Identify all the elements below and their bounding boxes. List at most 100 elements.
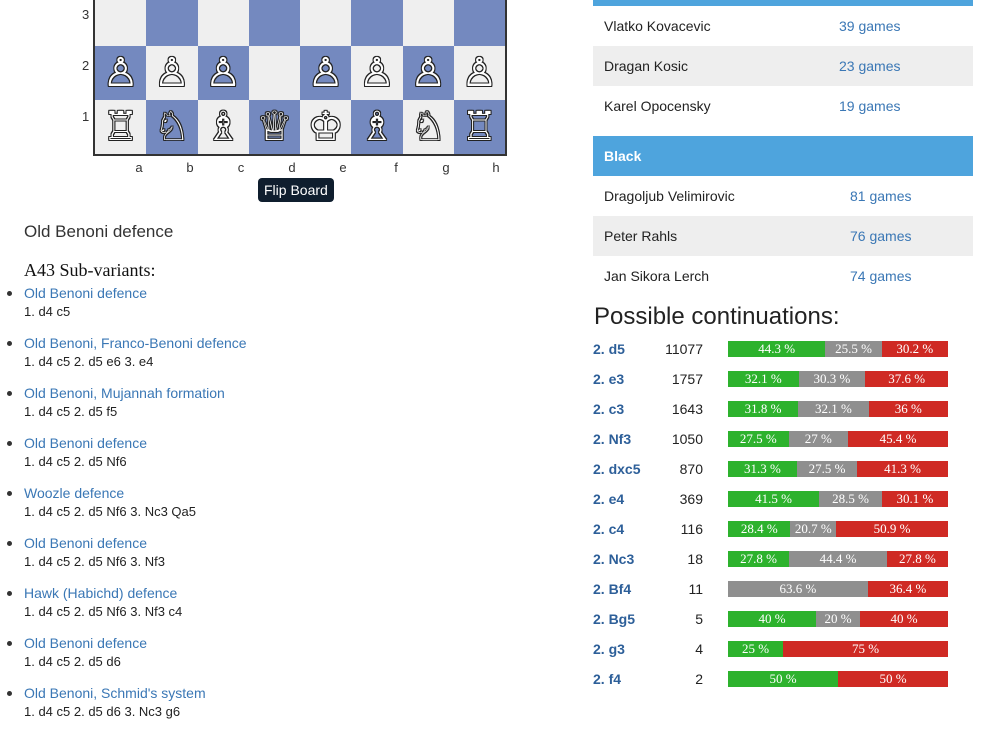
player-row[interactable]: Vlatko Kovacevic 39 games: [593, 6, 973, 46]
piece-g1[interactable]: ♘: [410, 107, 446, 147]
player-games-link[interactable]: 19 games: [839, 98, 900, 114]
white-win-segment: 32.1 %: [728, 371, 799, 387]
piece-e1[interactable]: ♔: [308, 107, 344, 147]
continuation-row: 2. e3 1757 32.1 % 30.3 % 37.6 %: [593, 364, 953, 394]
subvariant-moves: 1. d4 c5 2. d5 d6: [24, 654, 121, 669]
black-win-segment: 30.2 %: [881, 341, 948, 357]
piece-f1[interactable]: ♗: [359, 107, 395, 147]
subvariant-link[interactable]: Old Benoni, Mujannah formation: [24, 384, 560, 402]
bullet-icon: [7, 541, 12, 546]
subvariant-link[interactable]: Old Benoni defence: [24, 534, 560, 552]
player-games-link[interactable]: 81 games: [850, 188, 911, 204]
square-d2[interactable]: [248, 46, 300, 100]
piece-f2[interactable]: ♙: [359, 53, 395, 93]
player-row[interactable]: Karel Opocensky 19 games: [593, 86, 973, 126]
player-name: Peter Rahls: [604, 228, 678, 244]
rank-label-3: 3: [82, 7, 90, 22]
square-h2[interactable]: ♙: [453, 46, 505, 100]
square-c1[interactable]: ♗: [197, 100, 249, 154]
square-f3[interactable]: [351, 0, 403, 46]
square-a1[interactable]: ♖: [95, 100, 147, 154]
continuation-move-link[interactable]: 2. Nf3: [593, 431, 645, 447]
subvariant-item: Woozle defence 1. d4 c5 2. d5 Nf6 3. Nc3 …: [0, 484, 560, 534]
continuation-move-link[interactable]: 2. f4: [593, 671, 645, 687]
continuation-move-link[interactable]: 2. dxc5: [593, 461, 645, 477]
subvariant-link[interactable]: Old Benoni defence: [24, 634, 560, 652]
square-g3[interactable]: [402, 0, 454, 46]
continuation-row: 2. Nf3 1050 27.5 % 27 % 45.4 %: [593, 424, 953, 454]
player-games-link[interactable]: 39 games: [839, 18, 900, 34]
subvariant-moves: 1. d4 c5 2. d5 Nf6 3. Nf3 c4: [24, 604, 183, 619]
subvariant-link[interactable]: Old Benoni defence: [24, 434, 560, 452]
rank-label-1: 1: [82, 109, 90, 124]
square-a3[interactable]: [95, 0, 147, 46]
white-win-segment: 40 %: [728, 611, 816, 627]
continuation-move-link[interactable]: 2. c4: [593, 521, 645, 537]
continuation-move-link[interactable]: 2. Nc3: [593, 551, 645, 567]
black-win-segment: 36 %: [868, 401, 948, 417]
square-g2[interactable]: ♙: [402, 46, 454, 100]
square-h3[interactable]: [453, 0, 505, 46]
continuation-game-count: 11: [688, 581, 703, 597]
draw-segment: 20.7 %: [790, 521, 836, 537]
piece-h2[interactable]: ♙: [461, 53, 497, 93]
player-games-link[interactable]: 74 games: [850, 268, 911, 284]
square-e1[interactable]: ♔: [300, 100, 352, 154]
square-g1[interactable]: ♘: [402, 100, 454, 154]
subvariant-moves: 1. d4 c5 2. d5 Nf6 3. Nf3: [24, 554, 165, 569]
continuations-title: Possible continuations:: [594, 303, 840, 330]
piece-g2[interactable]: ♙: [410, 53, 446, 93]
black-win-segment: 27.8 %: [886, 551, 948, 567]
square-c3[interactable]: [197, 0, 249, 46]
continuation-move-link[interactable]: 2. Bf4: [593, 581, 645, 597]
continuation-move-link[interactable]: 2. d5: [593, 341, 645, 357]
piece-a2[interactable]: ♙: [103, 53, 139, 93]
subvariant-moves: 1. d4 c5 2. d5 f5: [24, 404, 118, 419]
player-games-link[interactable]: 23 games: [839, 58, 900, 74]
player-row[interactable]: Peter Rahls 76 games: [593, 216, 973, 256]
draw-segment: 25.5 %: [825, 341, 882, 357]
piece-c2[interactable]: ♙: [205, 53, 241, 93]
subvariant-link[interactable]: Old Benoni, Franco-Benoni defence: [24, 334, 560, 352]
flip-board-button[interactable]: Flip Board: [258, 178, 334, 202]
square-f1[interactable]: ♗: [351, 100, 403, 154]
piece-a1[interactable]: ♖: [103, 107, 139, 147]
square-b3[interactable]: [146, 0, 198, 46]
square-b2[interactable]: ♙: [146, 46, 198, 100]
continuation-move-link[interactable]: 2. g3: [593, 641, 645, 657]
square-d1[interactable]: ♕: [248, 100, 300, 154]
continuation-move-link[interactable]: 2. Bg5: [593, 611, 645, 627]
subvariant-link[interactable]: Woozle defence: [24, 484, 560, 502]
square-d3[interactable]: [248, 0, 300, 46]
square-f2[interactable]: ♙: [351, 46, 403, 100]
square-a2[interactable]: ♙: [95, 46, 147, 100]
piece-h1[interactable]: ♖: [461, 107, 497, 147]
continuation-move-link[interactable]: 2. e3: [593, 371, 645, 387]
continuation-game-count: 4: [695, 641, 703, 657]
piece-b1[interactable]: ♘: [154, 107, 190, 147]
continuation-move-link[interactable]: 2. e4: [593, 491, 645, 507]
result-bar: 31.3 % 27.5 % 41.3 %: [728, 461, 948, 477]
piece-b2[interactable]: ♙: [154, 53, 190, 93]
continuation-game-count: 369: [679, 491, 703, 507]
chess-board[interactable]: ♙ ♙ ♙ ♙ ♙ ♙ ♙ ♖ ♘ ♗ ♕ ♔ ♗ ♘ ♖: [93, 0, 507, 156]
player-row[interactable]: Dragan Kosic 23 games: [593, 46, 973, 86]
square-e2[interactable]: ♙: [300, 46, 352, 100]
file-label-h: h: [492, 160, 500, 175]
piece-d1[interactable]: ♕: [256, 107, 292, 147]
player-games-link[interactable]: 76 games: [850, 228, 911, 244]
subvariant-link[interactable]: Hawk (Habichd) defence: [24, 584, 560, 602]
piece-e2[interactable]: ♙: [308, 53, 344, 93]
player-row[interactable]: Jan Sikora Lerch 74 games: [593, 256, 973, 296]
square-h1[interactable]: ♖: [453, 100, 505, 154]
continuation-move-link[interactable]: 2. c3: [593, 401, 645, 417]
player-row[interactable]: Dragoljub Velimirovic 81 games: [593, 176, 973, 216]
black-players-header: Black: [593, 136, 973, 176]
file-label-g: g: [442, 160, 450, 175]
subvariant-link[interactable]: Old Benoni defence: [24, 284, 560, 302]
square-c2[interactable]: ♙: [197, 46, 249, 100]
piece-c1[interactable]: ♗: [205, 107, 241, 147]
subvariant-link[interactable]: Old Benoni, Schmid's system: [24, 684, 560, 702]
square-e3[interactable]: [300, 0, 352, 46]
square-b1[interactable]: ♘: [146, 100, 198, 154]
